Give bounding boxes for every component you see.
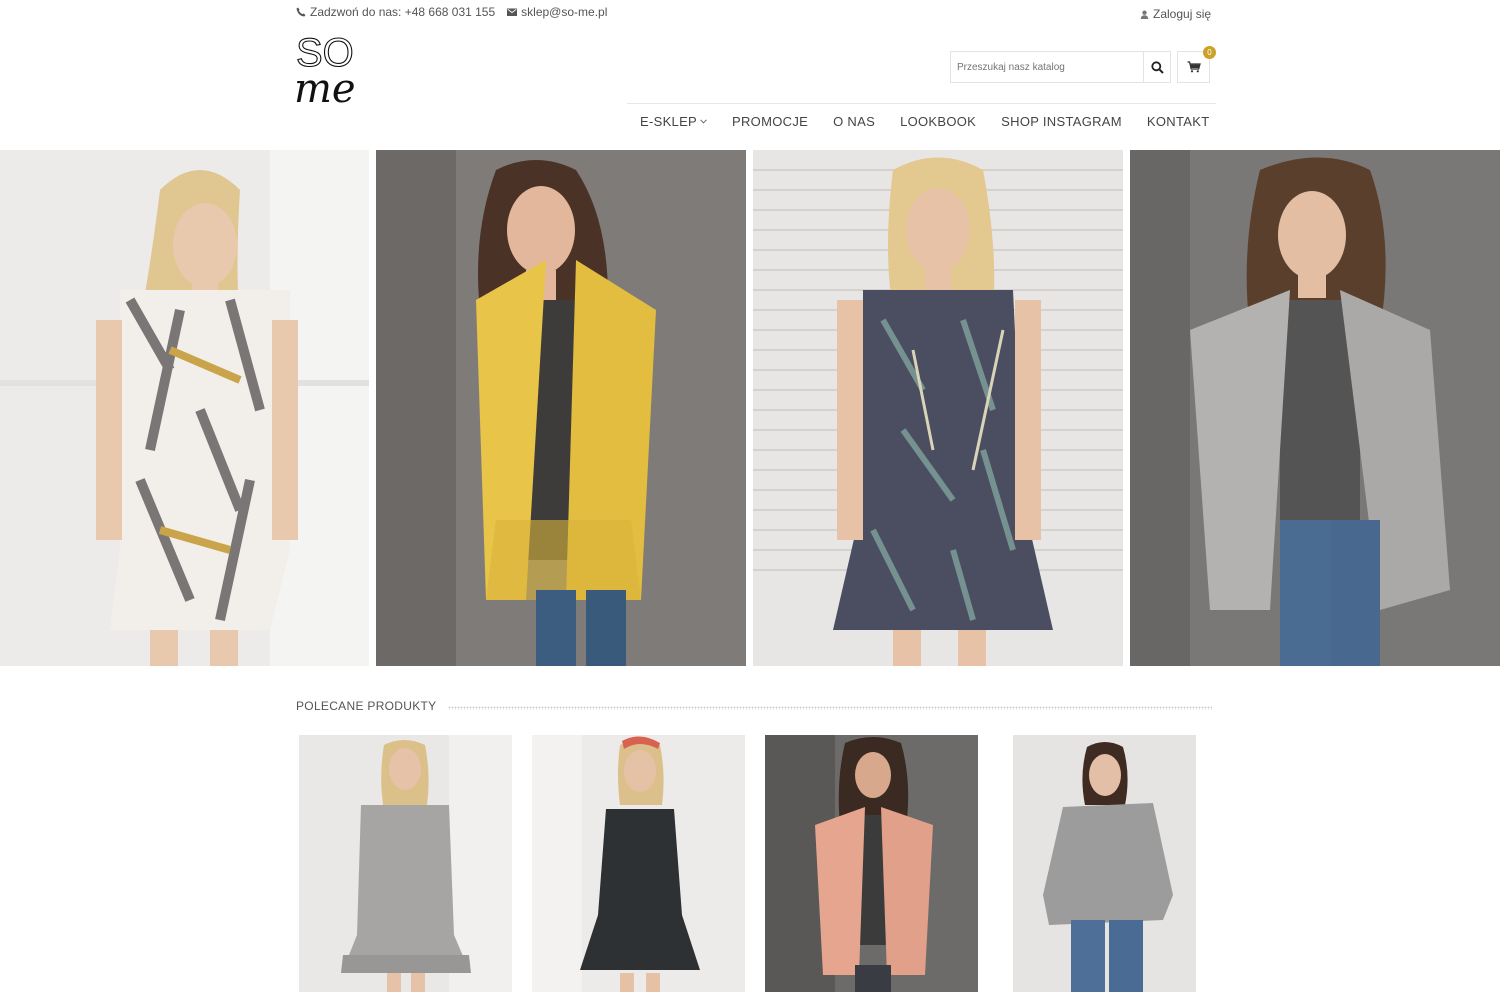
nav-item-label: E-SKLEP	[640, 114, 698, 129]
nav-item-label: PROMOCJE	[732, 114, 809, 129]
hero-image-palm-print-dress[interactable]	[753, 150, 1123, 666]
site-logo[interactable]: SO me	[294, 26, 394, 108]
nav-item-label: SHOP INSTAGRAM	[1001, 114, 1122, 129]
phone-icon	[296, 7, 306, 17]
nav-item-label: O NAS	[833, 114, 876, 129]
hero-photo	[0, 150, 369, 666]
nav-item-lookbook[interactable]: LOOKBOOK	[900, 114, 976, 129]
nav-item-label: LOOKBOOK	[900, 114, 977, 129]
search-button[interactable]	[1143, 52, 1170, 82]
nav-item-shop-instagram[interactable]: SHOP INSTAGRAM	[1001, 114, 1122, 129]
chevron-down-icon	[700, 119, 707, 124]
nav-item-e-sklep[interactable]: E-SKLEP	[640, 114, 707, 129]
product-photo	[1013, 735, 1196, 992]
cart-icon	[1187, 61, 1201, 73]
recommended-title: POLECANE PRODUKTY	[296, 699, 437, 713]
search-bar	[950, 51, 1171, 83]
product-photo	[765, 735, 978, 992]
phone-text: Zadzwoń do nas: +48 668 031 155	[310, 5, 496, 19]
login-link[interactable]: Zaloguj się	[1140, 7, 1211, 21]
contact-bar: Zadzwoń do nas: +48 668 031 155 sklep@so…	[296, 4, 607, 20]
section-divider	[448, 706, 1212, 710]
product-card-grey-sweater[interactable]	[1013, 735, 1196, 992]
hero-image-white-leaf-dress[interactable]	[0, 150, 369, 666]
cart-count-badge: 0	[1203, 46, 1216, 59]
search-icon	[1150, 60, 1164, 74]
product-card-peach-cardigan[interactable]	[765, 735, 978, 992]
hero-image-grey-cardigan[interactable]	[1130, 150, 1500, 666]
product-photo	[532, 735, 745, 992]
product-card-black-dress[interactable]	[532, 735, 745, 992]
phone-contact[interactable]: Zadzwoń do nas: +48 668 031 155	[296, 4, 495, 20]
hero-photo	[1130, 150, 1500, 666]
search-input[interactable]	[951, 52, 1143, 82]
main-nav: E-SKLEP PROMOCJE O NAS LOOKBOOK SHOP INS…	[640, 114, 1209, 129]
nav-item-label: KONTAKT	[1146, 114, 1210, 129]
product-card-grey-dress[interactable]	[299, 735, 512, 992]
email-text: sklep@so-me.pl	[521, 5, 608, 19]
hero-image-yellow-cardigan[interactable]	[376, 150, 746, 666]
hero-photo	[753, 150, 1123, 666]
nav-item-promocje[interactable]: PROMOCJE	[732, 114, 808, 129]
nav-divider	[627, 103, 1216, 104]
user-icon	[1140, 10, 1149, 19]
nav-item-kontakt[interactable]: KONTAKT	[1147, 114, 1210, 129]
hero-photo	[376, 150, 746, 666]
login-label: Zaloguj się	[1153, 7, 1212, 21]
email-contact[interactable]: sklep@so-me.pl	[507, 4, 607, 20]
envelope-icon	[507, 8, 518, 16]
nav-item-o-nas[interactable]: O NAS	[833, 114, 875, 129]
product-photo	[299, 735, 512, 992]
logo-text-bottom: me	[294, 66, 356, 108]
